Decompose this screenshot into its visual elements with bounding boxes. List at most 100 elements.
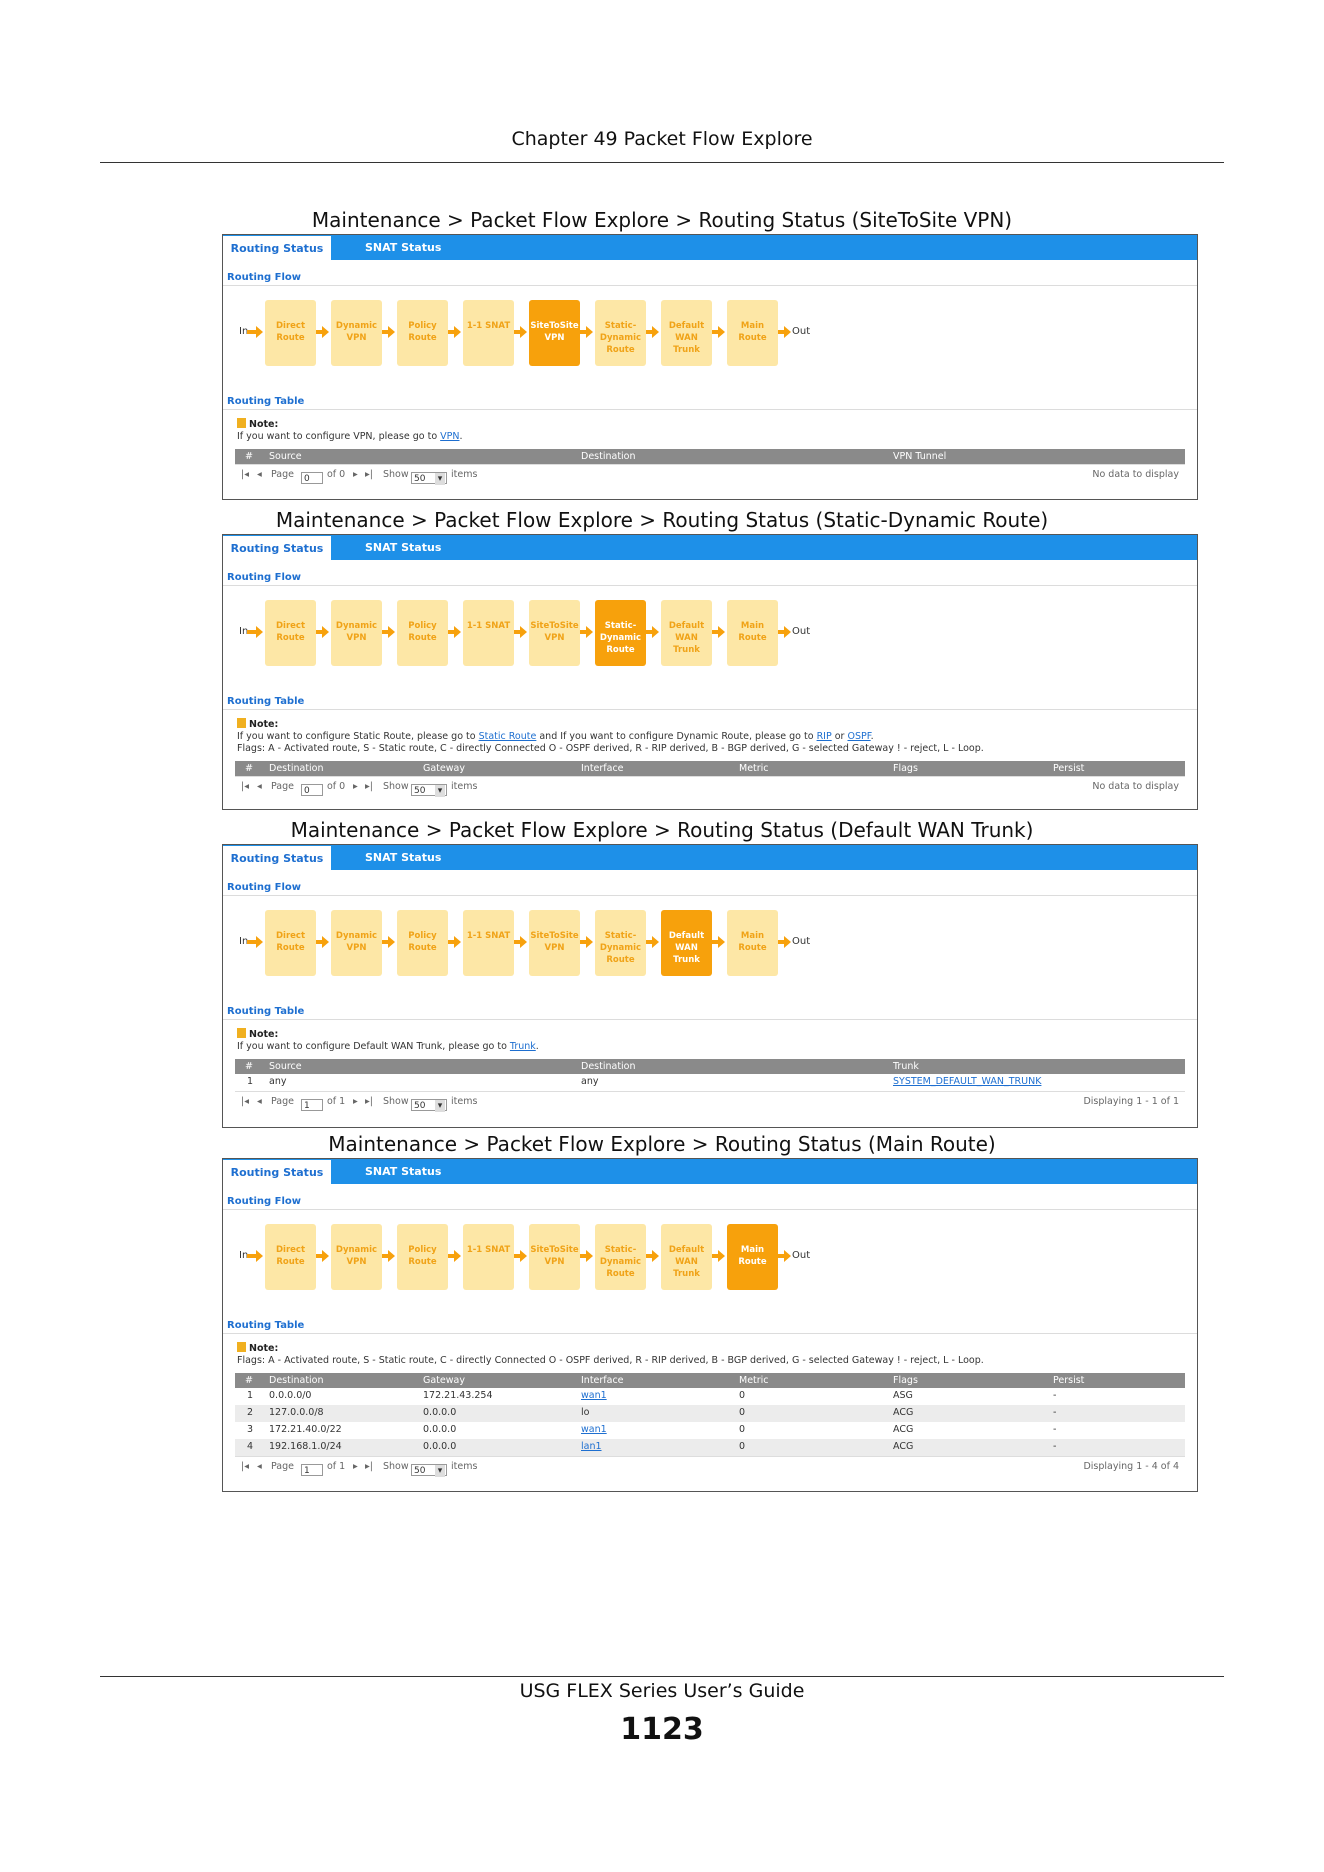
column-header[interactable]: Metric [739, 1375, 769, 1386]
flow-step-box[interactable]: Main Route [727, 910, 778, 976]
flow-step-box[interactable]: Static-Dynamic Route [595, 1224, 646, 1290]
flow-step-box[interactable]: 1-1 SNAT [463, 300, 514, 366]
column-header[interactable]: Destination [269, 1375, 324, 1386]
column-header[interactable]: Destination [269, 763, 324, 774]
items-per-page-select[interactable]: 50 [411, 784, 447, 797]
interface-link[interactable]: wan1 [581, 1390, 607, 1401]
flow-step-box[interactable]: Static-Dynamic Route [595, 600, 646, 666]
column-header[interactable]: Source [269, 1061, 302, 1072]
last-page-icon[interactable]: ▸| [365, 1096, 373, 1107]
next-page-icon[interactable]: ▸ [353, 1096, 358, 1107]
flow-step-box[interactable]: Dynamic VPN [331, 300, 382, 366]
flow-step-box[interactable]: Direct Route [265, 600, 316, 666]
tab-snat-status[interactable]: SNAT Status [365, 535, 441, 560]
interface-link[interactable]: wan1 [581, 1424, 607, 1435]
interface-link[interactable]: SYSTEM_DEFAULT_WAN_TRUNK [893, 1076, 1041, 1087]
last-page-icon[interactable]: ▸| [365, 469, 373, 480]
prev-page-icon[interactable]: ◂ [257, 781, 262, 792]
tab-snat-status[interactable]: SNAT Status [365, 235, 441, 260]
column-header[interactable]: VPN Tunnel [893, 451, 946, 462]
column-header[interactable]: Destination [581, 451, 636, 462]
flow-step-box[interactable]: SiteToSite VPN [529, 1224, 580, 1290]
column-header[interactable]: Persist [1053, 1375, 1084, 1386]
last-page-icon[interactable]: ▸| [365, 781, 373, 792]
flow-step-box[interactable]: Default WAN Trunk [661, 300, 712, 366]
interface-link[interactable]: lan1 [581, 1441, 602, 1452]
table-row[interactable]: 2 127.0.0.0/8 0.0.0.0 lo 0 ACG - [235, 1405, 1185, 1422]
first-page-icon[interactable]: |◂ [241, 1461, 249, 1472]
flow-step-box[interactable]: Default WAN Trunk [661, 910, 712, 976]
column-header[interactable]: Interface [581, 763, 624, 774]
flow-step-box[interactable]: Default WAN Trunk [661, 1224, 712, 1290]
column-header[interactable]: Source [269, 451, 302, 462]
column-header[interactable]: Gateway [423, 1375, 465, 1386]
table-row[interactable]: 4 192.168.1.0/24 0.0.0.0 lan1 0 ACG - [235, 1439, 1185, 1456]
column-header[interactable]: # [245, 451, 253, 462]
flow-step-box[interactable]: Dynamic VPN [331, 910, 382, 976]
flow-step-box[interactable]: Direct Route [265, 300, 316, 366]
next-page-icon[interactable]: ▸ [353, 781, 358, 792]
static-route-link[interactable]: Static Route [479, 731, 537, 742]
last-page-icon[interactable]: ▸| [365, 1461, 373, 1472]
column-header[interactable]: # [245, 1061, 253, 1072]
flow-step-box[interactable]: Direct Route [265, 910, 316, 976]
table-row[interactable]: 1 any any SYSTEM_DEFAULT_WAN_TRUNK [235, 1074, 1185, 1091]
tab-routing-status[interactable]: Routing Status [223, 1159, 331, 1184]
column-header[interactable]: # [245, 763, 253, 774]
flow-step-box[interactable]: Policy Route [397, 1224, 448, 1290]
next-page-icon[interactable]: ▸ [353, 469, 358, 480]
items-per-page-select[interactable]: 50 [411, 472, 447, 485]
page-number-field[interactable]: 1 [301, 1099, 323, 1111]
flow-step-box[interactable]: SiteToSite VPN [529, 910, 580, 976]
page-number-field[interactable]: 0 [301, 784, 323, 796]
prev-page-icon[interactable]: ◂ [257, 469, 262, 480]
flow-step-box[interactable]: 1-1 SNAT [463, 600, 514, 666]
tab-routing-status[interactable]: Routing Status [223, 535, 331, 560]
items-per-page-select[interactable]: 50 [411, 1464, 447, 1477]
column-header[interactable]: Interface [581, 1375, 624, 1386]
tab-routing-status[interactable]: Routing Status [223, 845, 331, 870]
first-page-icon[interactable]: |◂ [241, 781, 249, 792]
column-header[interactable]: # [245, 1375, 253, 1386]
table-row[interactable]: 1 0.0.0.0/0 172.21.43.254 wan1 0 ASG - [235, 1388, 1185, 1405]
first-page-icon[interactable]: |◂ [241, 1096, 249, 1107]
note-link[interactable]: Trunk [510, 1041, 536, 1052]
flow-step-box[interactable]: SiteToSite VPN [529, 600, 580, 666]
flow-step-box[interactable]: Policy Route [397, 600, 448, 666]
tab-snat-status[interactable]: SNAT Status [365, 845, 441, 870]
page-number-field[interactable]: 0 [301, 472, 323, 484]
next-page-icon[interactable]: ▸ [353, 1461, 358, 1472]
flow-step-box[interactable]: Dynamic VPN [331, 600, 382, 666]
flow-step-box[interactable]: Static-Dynamic Route [595, 910, 646, 976]
ospf-link[interactable]: OSPF [847, 731, 870, 742]
flow-step-box[interactable]: 1-1 SNAT [463, 1224, 514, 1290]
column-header[interactable]: Gateway [423, 763, 465, 774]
flow-step-box[interactable]: Main Route [727, 1224, 778, 1290]
flow-step-box[interactable]: Main Route [727, 300, 778, 366]
prev-page-icon[interactable]: ◂ [257, 1461, 262, 1472]
column-header[interactable]: Destination [581, 1061, 636, 1072]
rip-link[interactable]: RIP [817, 731, 832, 742]
flow-step-box[interactable]: Main Route [727, 600, 778, 666]
prev-page-icon[interactable]: ◂ [257, 1096, 262, 1107]
flow-step-box[interactable]: Default WAN Trunk [661, 600, 712, 666]
table-row[interactable]: 3 172.21.40.0/22 0.0.0.0 wan1 0 ACG - [235, 1422, 1185, 1439]
column-header[interactable]: Flags [893, 1375, 918, 1386]
flow-step-box[interactable]: SiteToSite VPN [529, 300, 580, 366]
note-link[interactable]: VPN [440, 431, 459, 442]
flow-step-box[interactable]: Dynamic VPN [331, 1224, 382, 1290]
flow-step-box[interactable]: 1-1 SNAT [463, 910, 514, 976]
tab-snat-status[interactable]: SNAT Status [365, 1159, 441, 1184]
flow-step-box[interactable]: Policy Route [397, 300, 448, 366]
page-number-field[interactable]: 1 [301, 1464, 323, 1476]
flow-step-box[interactable]: Static-Dynamic Route [595, 300, 646, 366]
first-page-icon[interactable]: |◂ [241, 469, 249, 480]
items-per-page-select[interactable]: 50 [411, 1099, 447, 1112]
column-header[interactable]: Metric [739, 763, 769, 774]
column-header[interactable]: Flags [893, 763, 918, 774]
tab-routing-status[interactable]: Routing Status [223, 235, 331, 260]
flow-step-box[interactable]: Policy Route [397, 910, 448, 976]
column-header[interactable]: Trunk [893, 1061, 919, 1072]
column-header[interactable]: Persist [1053, 763, 1084, 774]
flow-step-box[interactable]: Direct Route [265, 1224, 316, 1290]
